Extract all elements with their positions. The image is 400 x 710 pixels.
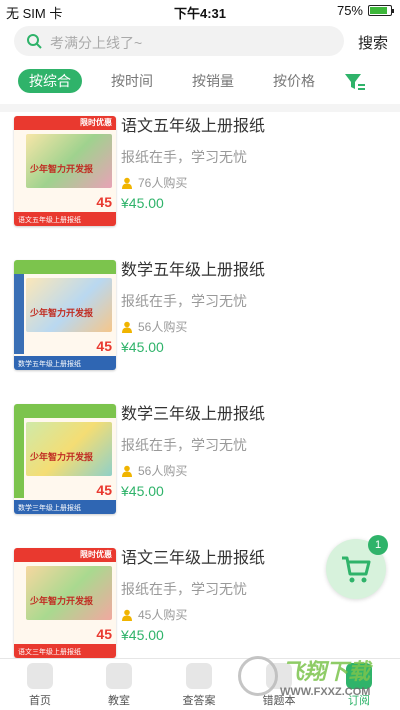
item-subtitle: 报纸在手，学习无忧 [121,293,247,309]
buyers-text: 76人购买 [138,176,188,190]
list-item[interactable]: 少年智力开发报 45 数学三年级上册报纸 数学三年级上册报纸 报纸在手，学习无忧… [0,404,400,524]
item-price: ¥45.00 [121,195,164,211]
tabbar-label: 查答案 [182,695,216,707]
watermark-text: 飞翔下载 [282,659,371,684]
watermark: 飞翔下载 WWW.FXXZ.COM [234,650,394,710]
cover-title: 数学三年级上册报纸 [18,505,81,512]
answer-icon [186,663,212,689]
filter-icon[interactable] [344,72,366,92]
buyers-text: 45人购买 [138,608,188,622]
sort-tabs: 按综合 按时间 按销量 按价格 [0,66,400,96]
buyers-text: 56人购买 [138,464,188,478]
item-price: ¥45.00 [121,627,164,643]
search-button[interactable]: 搜索 [358,32,388,53]
person-icon [122,321,132,333]
buyers-text: 56人购买 [138,320,188,334]
item-info: 数学五年级上册报纸 报纸在手，学习无忧 56人购买 ¥45.00 [121,260,391,355]
status-bar: 无 SIM 卡 下午4:31 75% [0,0,400,22]
search-icon [27,34,42,49]
product-cover: 限时优惠 少年智力开发报 45 语文五年级上册报纸 [14,116,116,226]
watermark-url: WWW.FXXZ.COM [280,686,371,698]
cover-title: 语文五年级上册报纸 [18,217,81,224]
cover-price: 45 [96,338,112,354]
tab-sales[interactable]: 按销量 [181,69,245,93]
item-title: 数学三年级上册报纸 [121,406,266,423]
item-title: 数学五年级上册报纸 [121,262,266,279]
cover-title: 语文三年级上册报纸 [18,649,81,656]
item-price: ¥45.00 [121,483,164,499]
tabbar-label: 首页 [29,695,51,707]
tab-price[interactable]: 按价格 [262,69,326,93]
cover-price: 45 [96,626,112,642]
cover-top-label: 少年智力开发报 [30,164,94,174]
person-icon [122,177,132,189]
battery-icon [368,5,394,16]
home-icon [27,663,53,689]
cart-count-badge: 1 [368,535,388,555]
buyers-count: 76人购买 [121,174,391,191]
item-info: 语文五年级上册报纸 报纸在手，学习无忧 76人购买 ¥45.00 [121,116,391,211]
person-icon [122,465,132,477]
section-divider [0,104,400,112]
tabbar-item-home[interactable]: 首页 [10,663,70,708]
cart-icon [342,556,371,583]
list-item[interactable]: 限时优惠 少年智力开发报 45 语文五年级上册报纸 语文五年级上册报纸 报纸在手… [0,116,400,236]
watermark-logo-icon [238,656,278,696]
tabbar-item-answers[interactable]: 查答案 [169,663,229,708]
item-subtitle: 报纸在手，学习无忧 [121,437,247,453]
buyers-count: 56人购买 [121,462,391,479]
tab-comprehensive[interactable]: 按综合 [18,69,82,93]
search-placeholder: 考满分上线了~ [50,35,143,51]
tabbar-label: 教室 [108,695,130,707]
tabbar-item-classroom[interactable]: 教室 [89,663,149,708]
product-cover: 少年智力开发报 45 数学五年级上册报纸 [14,260,116,370]
battery-percent: 75% [336,3,363,18]
buyers-count: 56人购买 [121,318,391,335]
item-price: ¥45.00 [121,339,164,355]
product-cover: 限时优惠 少年智力开发报 45 语文三年级上册报纸 [14,548,116,658]
search-input[interactable]: 考满分上线了~ [14,26,344,56]
search-row: 考满分上线了~ 搜索 [14,26,394,58]
item-title: 语文五年级上册报纸 [121,118,266,135]
cover-badge: 限时优惠 [80,118,112,127]
classroom-icon [106,663,132,689]
cover-price: 45 [96,194,112,210]
person-icon [122,609,132,621]
list-item[interactable]: 少年智力开发报 45 数学五年级上册报纸 数学五年级上册报纸 报纸在手，学习无忧… [0,260,400,380]
product-cover: 少年智力开发报 45 数学三年级上册报纸 [14,404,116,514]
item-subtitle: 报纸在手，学习无忧 [121,149,247,165]
cover-top-label: 少年智力开发报 [30,596,94,606]
tab-time[interactable]: 按时间 [100,69,164,93]
status-right: 75% [336,3,394,18]
cover-badge: 限时优惠 [80,550,112,559]
cover-top-label: 少年智力开发报 [30,308,94,318]
buyers-count: 45人购买 [121,606,391,623]
cover-price: 45 [96,482,112,498]
cover-title: 数学五年级上册报纸 [18,361,81,368]
item-info: 数学三年级上册报纸 报纸在手，学习无忧 56人购买 ¥45.00 [121,404,391,499]
cover-top-label: 少年智力开发报 [30,452,94,462]
